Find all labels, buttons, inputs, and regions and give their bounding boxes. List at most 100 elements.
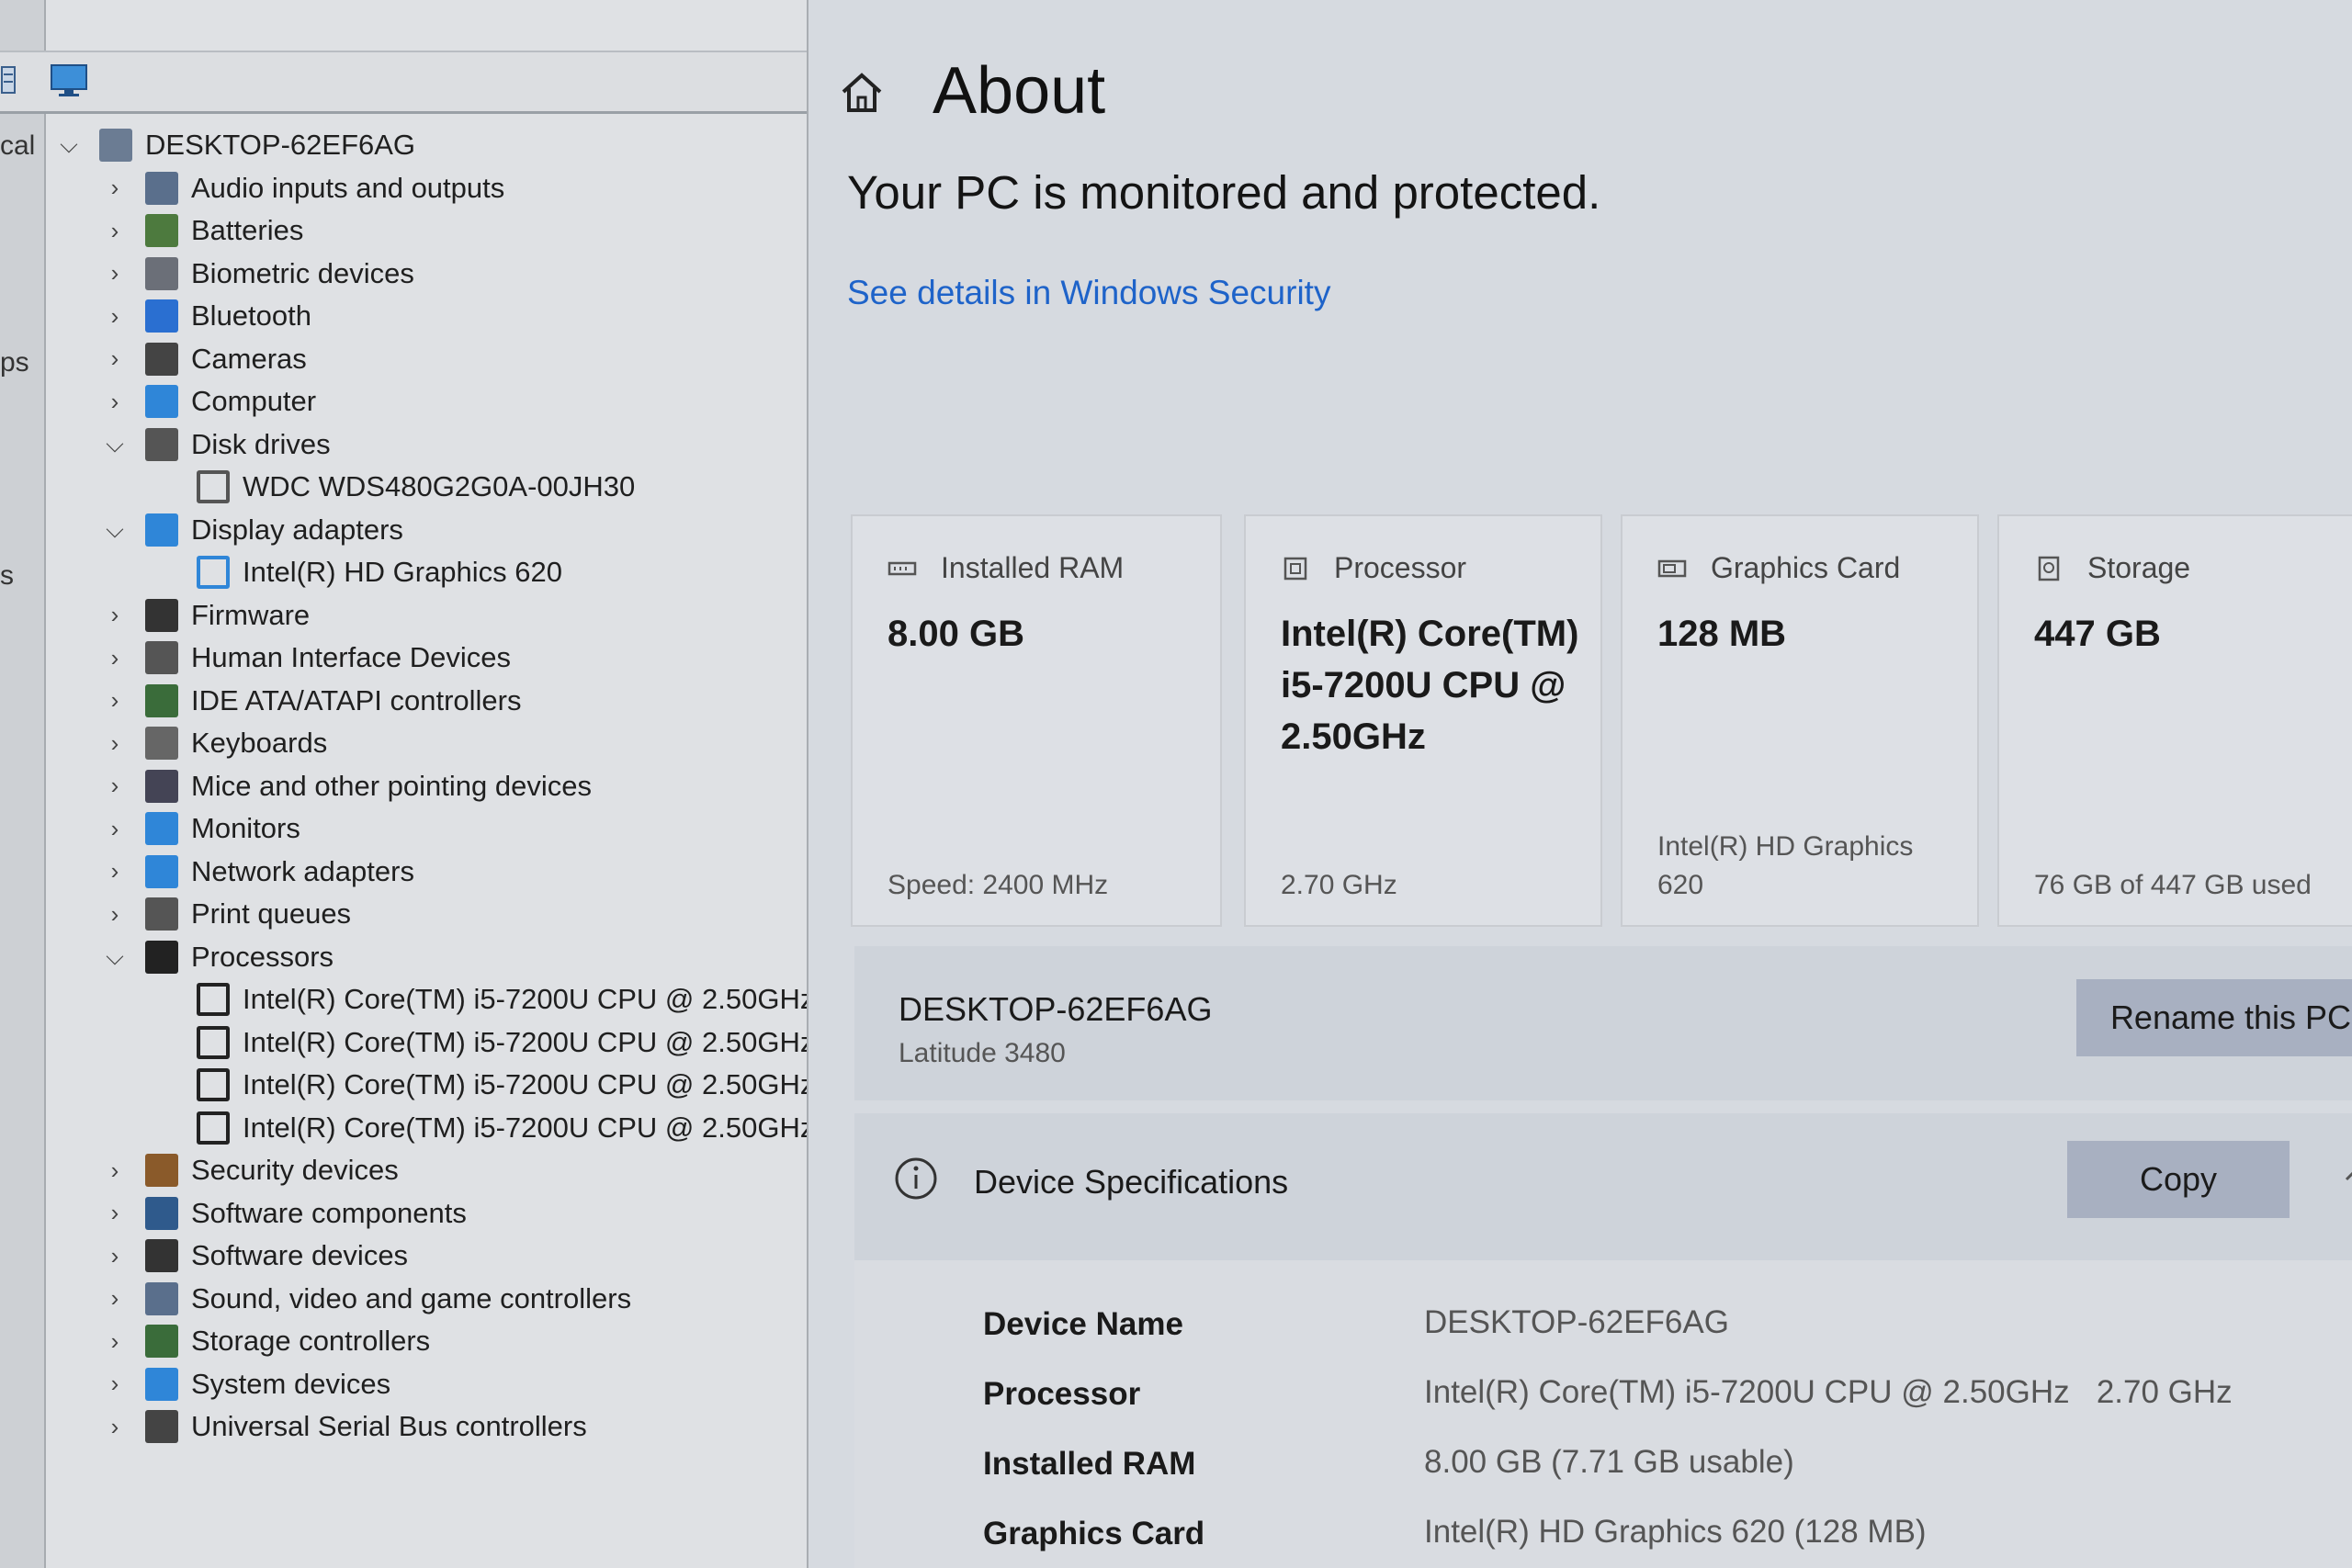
chevron-down-icon[interactable]: ⌵ [101,942,129,971]
card-value-line: Intel(R) Core(TM) [1281,614,1579,654]
chevron-right-icon[interactable]: › [101,686,129,715]
tree-category-label: Mice and other pointing devices [191,769,592,802]
chevron-down-icon[interactable]: ⌵ [101,430,129,458]
device-specifications-header[interactable]: Device Specifications Copy [854,1113,2352,1260]
tree-device-row[interactable]: WDC WDS480G2G0A-00JH30 [197,466,635,508]
tree-category-row[interactable]: › Human Interface Devices [101,637,511,679]
chevron-right-icon[interactable]: › [101,1199,129,1227]
tree-category-row[interactable]: › Keyboards [101,722,327,764]
processor-icon [145,940,178,974]
chevron-right-icon[interactable]: › [101,601,129,629]
storage-card: Storage 447 GB 76 GB of 447 GB used [1997,514,2352,927]
card-value-line: i5-7200U CPU @ [1281,665,1566,705]
tree-category-row[interactable]: ⌵ Disk drives [101,423,331,466]
edge-fragment: s [0,560,14,591]
tree-category-label: Audio inputs and outputs [191,171,505,204]
tree-device-row[interactable]: Intel(R) HD Graphics 620 [197,551,562,593]
chevron-down-icon[interactable]: ⌵ [101,515,129,544]
tree-device-label: Intel(R) HD Graphics 620 [243,556,563,588]
tree-category-row[interactable]: › Storage controllers [101,1320,430,1362]
spec-value: DESKTOP-62EF6AG [1424,1304,1729,1340]
tree-root-label: DESKTOP-62EF6AG [145,129,416,161]
processor-icon [197,1025,230,1059]
left-pane-edge: cal ps s [0,0,46,1568]
chevron-right-icon[interactable]: › [101,729,129,757]
chevron-right-icon[interactable]: › [101,217,129,244]
tree-category-row[interactable]: › Security devices [101,1149,399,1191]
tree-category-row[interactable]: › System devices [101,1363,390,1405]
tree-category-row[interactable]: › Software components [101,1192,467,1235]
spec-key: Processor [983,1376,1141,1412]
tree-category-row[interactable]: › Computer [101,380,316,423]
tree-device-row[interactable]: Intel(R) Core(TM) i5-7200U CPU @ 2.50GHz [197,978,807,1021]
tree-category-row[interactable]: › Bluetooth [101,295,311,337]
chevron-right-icon[interactable]: › [101,644,129,671]
tree-category-row[interactable]: › Batteries [101,209,303,252]
tree-device-label: Intel(R) Core(TM) i5-7200U CPU @ 2.50GHz [243,1111,807,1144]
tree-category-row[interactable]: › Mice and other pointing devices [101,765,592,807]
chevron-right-icon[interactable]: › [101,302,129,330]
chevron-right-icon[interactable]: › [101,1413,129,1440]
usb-icon [145,1410,178,1443]
card-title: Storage [2087,551,2191,584]
page-title: About [933,54,1106,128]
tree-category-row[interactable]: ⌵ Display adapters [101,509,403,551]
tree-category-label: Cameras [191,342,307,375]
home-icon[interactable] [836,66,888,118]
chevron-right-icon[interactable]: › [101,1284,129,1313]
tree-category-row[interactable]: › Network adapters [101,851,414,893]
tree-device-row[interactable]: Intel(R) Core(TM) i5-7200U CPU @ 2.50GHz [197,1021,807,1064]
tree-device-label: Intel(R) Core(TM) i5-7200U CPU @ 2.50GHz [243,1025,807,1058]
tree-category-row[interactable]: › Universal Serial Bus controllers [101,1405,587,1448]
spec-key: Device Name [983,1306,1183,1342]
chevron-right-icon[interactable]: › [101,1156,129,1184]
tree-category-label: Batteries [191,214,304,246]
tree-device-label: Intel(R) Core(TM) i5-7200U CPU @ 2.50GHz [243,1068,807,1100]
speaker-icon [145,1281,178,1315]
mouse-icon [145,769,178,803]
chevron-right-icon[interactable]: › [101,1242,129,1269]
chevron-up-icon[interactable] [2341,1159,2352,1187]
chevron-right-icon[interactable]: › [101,174,129,202]
tree-category-row[interactable]: › Print queues [101,893,351,935]
card-subtext: 76 GB of 447 GB used [2034,870,2312,900]
chevron-right-icon[interactable]: › [101,259,129,288]
tree-category-row[interactable]: › Monitors [101,807,300,850]
chevron-right-icon[interactable]: › [101,1370,129,1398]
device-specifications-body: Device Name DESKTOP-62EF6AG Processor In… [854,1260,2352,1568]
windows-security-link[interactable]: See details in Windows Security [847,274,1330,312]
rename-pc-button[interactable]: Rename this PC [2076,979,2352,1056]
tree-category-row[interactable]: › IDE ATA/ATAPI controllers [101,680,521,722]
properties-toolbar-icon[interactable] [0,62,40,98]
tree-category-label: Biometric devices [191,256,414,289]
tree-category-row[interactable]: › Biometric devices [101,253,414,295]
protection-status-text: Your PC is monitored and protected. [847,166,1601,219]
monitor-icon [145,385,178,418]
scan-hardware-monitor-icon[interactable] [48,62,88,98]
tree-category-row[interactable]: › Sound, video and game controllers [101,1278,631,1320]
tree-category-row[interactable]: › Cameras [101,338,307,380]
copy-button[interactable]: Copy [2067,1141,2290,1218]
chevron-right-icon[interactable]: › [101,815,129,842]
tree-device-row[interactable]: Intel(R) Core(TM) i5-7200U CPU @ 2.50GHz [197,1064,807,1106]
pc-name-panel: DESKTOP-62EF6AG Latitude 3480 Rename thi… [854,946,2352,1100]
chevron-right-icon[interactable]: › [101,388,129,415]
computer-tree-icon [99,129,132,162]
tree-device-row[interactable]: Intel(R) Core(TM) i5-7200U CPU @ 2.50GHz [197,1107,807,1149]
chevron-right-icon[interactable]: › [101,1327,129,1355]
chevron-right-icon[interactable]: › [101,344,129,373]
tree-category-row[interactable]: › Software devices [101,1235,408,1277]
chevron-right-icon[interactable]: › [101,900,129,928]
tree-category-row[interactable]: › Firmware [101,594,310,637]
tree-category-row[interactable]: ⌵ Processors [101,936,334,978]
tree-root-desktop[interactable]: ⌵ DESKTOP-62EF6AG [55,124,415,166]
chevron-down-icon[interactable]: ⌵ [55,130,83,159]
card-value: 447 GB [2034,614,2161,654]
keyboard-icon [145,727,178,760]
monitor-icon [145,812,178,845]
disk-icon [145,427,178,461]
chevron-right-icon[interactable]: › [101,772,129,800]
tree-category-row[interactable]: › Audio inputs and outputs [101,167,504,209]
chip-icon [145,598,178,632]
chevron-right-icon[interactable]: › [101,857,129,886]
